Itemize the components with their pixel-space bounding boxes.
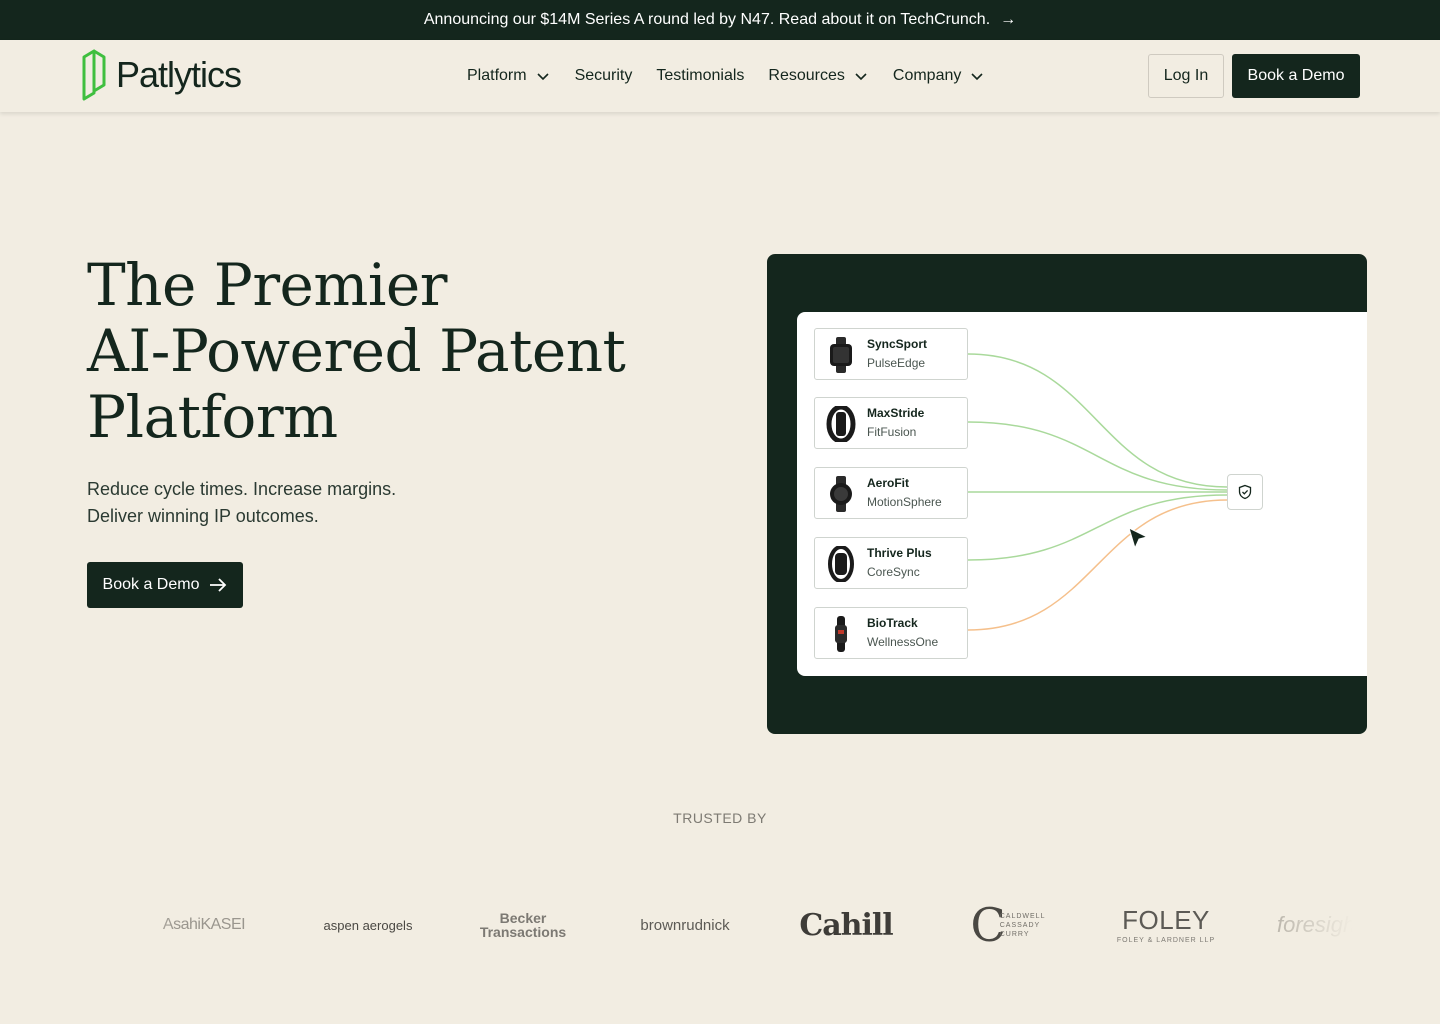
client-logo-aspen-aerogels: aspen aerogels (313, 852, 423, 998)
nav-item-label: Company (892, 67, 962, 84)
top-navigation: Patlytics Platform Security Testimonials… (0, 40, 1440, 112)
client-logo-caldwell-cassady-curry: C CALDWELL CASSADY CURRY (953, 852, 1063, 998)
product-card[interactable]: SyncSport PulseEdge (814, 328, 968, 380)
arrow-right-icon (210, 578, 227, 592)
client-logo-text: brownrudnick (640, 916, 730, 934)
logos-fade-right (1263, 852, 1353, 998)
logos-fade-left (87, 852, 177, 998)
fitness-band-icon (828, 546, 854, 582)
caldwell-line: CALDWELL (999, 912, 1046, 920)
caldwell-wordmark: CALDWELL CASSADY CURRY (1000, 912, 1046, 939)
client-logo-brown-rudnick: brownrudnick (633, 852, 737, 998)
arrow-right-icon[interactable]: → (1000, 11, 1016, 29)
client-logo-cahill: Cahill (791, 852, 901, 998)
nav-item-label: Testimonials (656, 67, 745, 84)
product-name: AeroFit (867, 476, 909, 490)
announcement-text[interactable]: Announcing our $14M Series A round led b… (424, 11, 990, 29)
product-name: BioTrack (867, 616, 918, 630)
product-diagram-panel: SyncSport PulseEdge MaxStride FitFusion … (767, 254, 1367, 734)
client-logo-text: Becker Transactions (479, 910, 567, 940)
connection-line (967, 353, 1228, 488)
nav-item-testimonials[interactable]: Testimonials (656, 67, 744, 85)
nav-item-security[interactable]: Security (575, 67, 633, 85)
chevron-down-icon (971, 73, 983, 81)
hero-title-line: Platform (87, 383, 338, 451)
trusted-by-label: TRUSTED BY (673, 810, 767, 826)
client-logo-text: aspen aerogels (323, 917, 413, 933)
hero-subtitle-line: Reduce cycle times. Increase margins. (87, 479, 397, 499)
hero-title: The Premier AI-Powered Patent Platform (87, 252, 707, 450)
connection-line (967, 499, 1228, 631)
logo[interactable]: Patlytics (80, 49, 242, 101)
client-logo-foley: FOLEY FOLEY & LARDNER LLP (1111, 852, 1221, 998)
hero-title-line: The Premier (87, 251, 447, 319)
smartwatch-icon (830, 476, 852, 512)
product-card[interactable]: AeroFit MotionSphere (814, 467, 968, 519)
main-menu: Platform Security Testimonials Resources… (467, 40, 985, 112)
caldwell-line: CURRY (999, 930, 1030, 938)
product-brand: MotionSphere (867, 495, 942, 509)
hero-title-line: AI-Powered Patent (87, 317, 626, 385)
client-logo-text: Cahill (799, 907, 893, 943)
chevron-down-icon (537, 73, 549, 81)
nav-item-resources[interactable]: Resources (768, 67, 868, 85)
hero-book-demo-button[interactable]: Book a Demo (87, 562, 243, 608)
patent-target-node[interactable] (1227, 474, 1263, 510)
smartwatch-icon (830, 337, 852, 373)
nav-item-label: Resources (768, 67, 845, 84)
product-brand: FitFusion (867, 425, 917, 439)
logo-text: Patlytics (116, 54, 242, 95)
shield-check-icon (1238, 484, 1252, 500)
login-button[interactable]: Log In (1148, 54, 1224, 98)
product-card[interactable]: MaxStride FitFusion (814, 397, 968, 449)
book-demo-button[interactable]: Book a Demo (1232, 54, 1360, 98)
product-brand: PulseEdge (867, 356, 926, 370)
hero-subtitle-line: Deliver winning IP outcomes. (87, 506, 319, 526)
hero-subtitle: Reduce cycle times. Increase margins. De… (87, 476, 396, 530)
client-logo-text: FOLEY (1122, 905, 1210, 935)
nav-item-label: Security (574, 67, 633, 84)
product-brand: WellnessOne (867, 635, 939, 649)
client-logo-becker-transactions: Becker Transactions (473, 852, 573, 998)
patlytics-logo-icon (82, 49, 106, 101)
connection-line (967, 421, 1228, 491)
fitness-band-icon (826, 406, 856, 442)
foley-subtext: FOLEY & LARDNER LLP (1116, 937, 1216, 944)
fitness-band-icon (835, 616, 847, 652)
caldwell-line: CASSADY (999, 921, 1041, 929)
nav-item-platform[interactable]: Platform (467, 67, 551, 85)
diagram-canvas: SyncSport PulseEdge MaxStride FitFusion … (797, 312, 1367, 676)
mouse-cursor-icon (1128, 527, 1149, 550)
product-card[interactable]: Thrive Plus CoreSync (814, 537, 968, 589)
nav-item-label: Platform (467, 67, 527, 84)
product-card[interactable]: BioTrack WellnessOne (814, 607, 968, 659)
chevron-down-icon (855, 73, 867, 81)
product-brand: CoreSync (867, 565, 920, 579)
product-name: SyncSport (867, 337, 928, 351)
product-name: Thrive Plus (867, 546, 932, 560)
client-logos-strip: AsahiKASEI aspen aerogels Becker Transac… (87, 852, 1353, 998)
hero-cta-label: Book a Demo (102, 576, 200, 593)
product-name: MaxStride (867, 406, 925, 420)
announcement-bar[interactable]: Announcing our $14M Series A round led b… (0, 0, 1440, 40)
nav-item-company[interactable]: Company (893, 67, 985, 85)
